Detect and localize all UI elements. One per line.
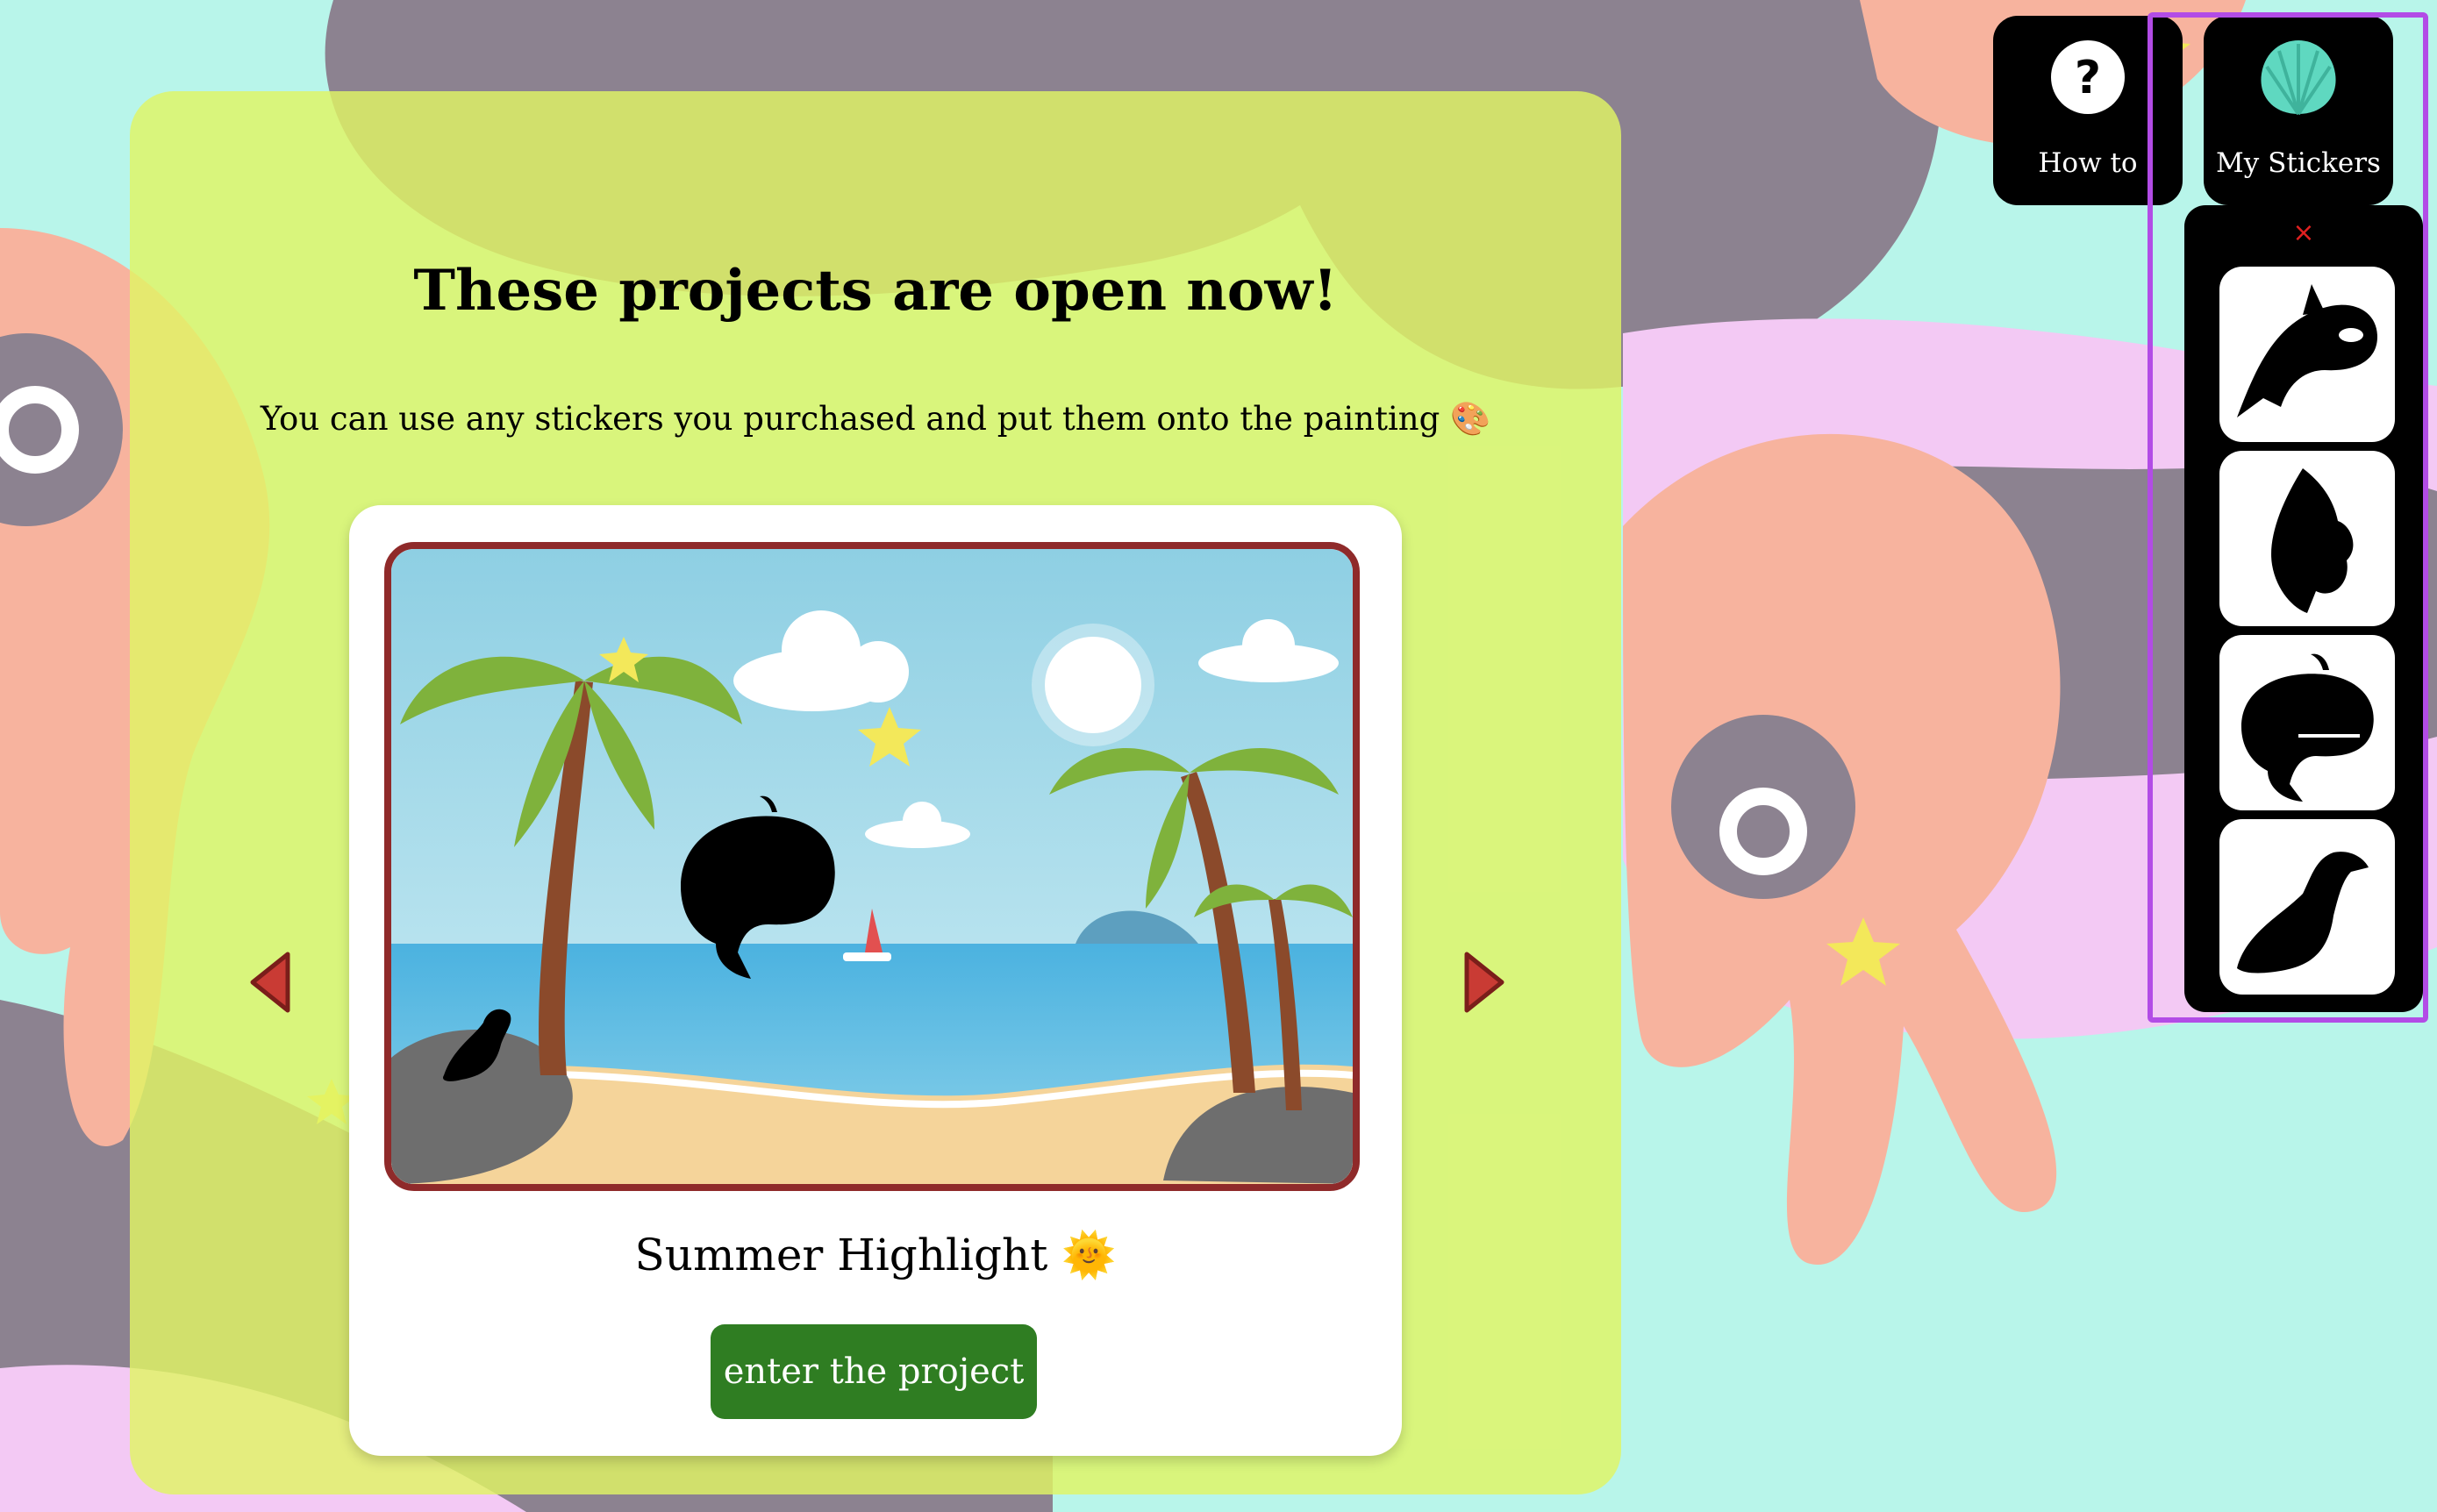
page-title: These projects are open now! xyxy=(413,258,1338,324)
svg-text:?: ? xyxy=(2075,52,2101,104)
sticker-item-whale[interactable] xyxy=(2219,635,2395,810)
sticker-item-orca[interactable] xyxy=(2219,267,2395,442)
project-painting[interactable] xyxy=(384,542,1360,1191)
question-mark-icon: ? xyxy=(2051,40,2125,114)
my-stickers-button[interactable]: My Stickers xyxy=(2204,16,2393,205)
how-to-button[interactable]: ? How to xyxy=(1993,16,2183,205)
sticker-item-sea-lion[interactable] xyxy=(2219,819,2395,995)
projects-panel: These projects are open now! You can use… xyxy=(130,91,1621,1494)
how-to-label: How to xyxy=(2038,147,2138,179)
sea-lion-icon xyxy=(2237,852,2369,974)
seashell-icon xyxy=(2261,40,2336,116)
page-subtitle: You can use any stickers you purchased a… xyxy=(260,400,1491,438)
my-stickers-label: My Stickers xyxy=(2216,147,2381,179)
chevron-right-icon xyxy=(1464,952,1504,1013)
next-arrow-button[interactable] xyxy=(1458,947,1511,1017)
orca-icon xyxy=(2237,284,2377,417)
sticker-panel: × xyxy=(2184,205,2423,1012)
project-card: Summer Highlight 🌞 enter the project xyxy=(349,505,1402,1456)
whale-icon xyxy=(2241,653,2374,802)
close-icon[interactable]: × xyxy=(2184,218,2423,248)
prev-arrow-button[interactable] xyxy=(244,947,297,1017)
chevron-left-icon xyxy=(250,952,290,1013)
sticker-item-conch[interactable] xyxy=(2219,451,2395,626)
enter-project-button[interactable]: enter the project xyxy=(711,1324,1037,1419)
beach-painting-image xyxy=(391,549,1353,1184)
project-name: Summer Highlight 🌞 xyxy=(634,1230,1117,1280)
conch-shell-icon xyxy=(2271,468,2354,613)
